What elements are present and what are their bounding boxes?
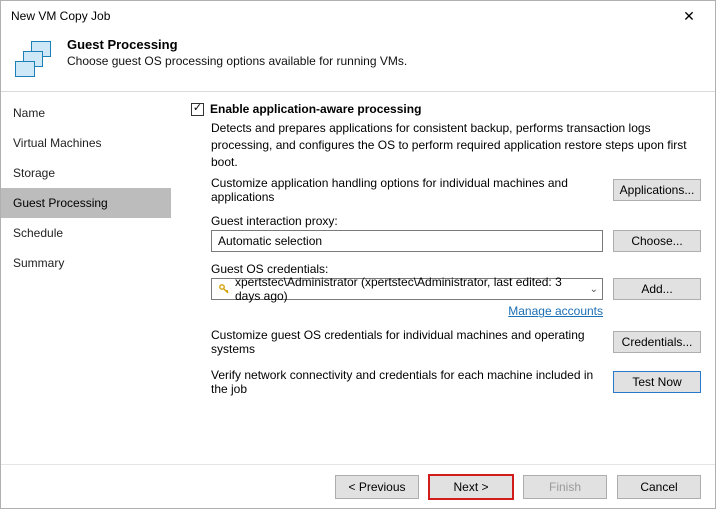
enable-app-aware-description: Detects and prepares applications for co… xyxy=(211,120,701,170)
close-button[interactable]: ✕ xyxy=(669,3,709,29)
steps-sidebar: Name Virtual Machines Storage Guest Proc… xyxy=(1,92,171,464)
guest-credentials-label: Guest OS credentials: xyxy=(211,262,701,276)
page-subtitle: Choose guest OS processing options avail… xyxy=(67,54,699,68)
sidebar-item-storage[interactable]: Storage xyxy=(1,158,171,188)
finish-button: Finish xyxy=(523,475,607,499)
chevron-down-icon: ⌄ xyxy=(590,284,598,295)
sidebar-item-virtual-machines[interactable]: Virtual Machines xyxy=(1,128,171,158)
key-icon xyxy=(218,282,231,296)
manage-accounts-link[interactable]: Manage accounts xyxy=(211,304,603,318)
sidebar-item-schedule[interactable]: Schedule xyxy=(1,218,171,248)
enable-app-aware-checkbox[interactable] xyxy=(191,103,204,116)
close-icon: ✕ xyxy=(683,8,695,25)
sidebar-item-name[interactable]: Name xyxy=(1,98,171,128)
sidebar-item-summary[interactable]: Summary xyxy=(1,248,171,278)
guest-credentials-select[interactable]: xpertstec\Administrator (xpertstec\Admin… xyxy=(211,278,603,300)
test-now-button[interactable]: Test Now xyxy=(613,371,701,393)
guest-proxy-label: Guest interaction proxy: xyxy=(211,214,701,228)
wizard-footer: < Previous Next > Finish Cancel xyxy=(1,464,715,508)
previous-button[interactable]: < Previous xyxy=(335,475,419,499)
add-credentials-button[interactable]: Add... xyxy=(613,278,701,300)
guest-credentials-value: xpertstec\Administrator (xpertstec\Admin… xyxy=(235,275,590,303)
content-pane: Enable application-aware processing Dete… xyxy=(171,92,715,464)
credentials-button[interactable]: Credentials... xyxy=(613,331,701,353)
titlebar: New VM Copy Job ✕ xyxy=(1,1,715,31)
window-title: New VM Copy Job xyxy=(11,9,110,23)
applications-button[interactable]: Applications... xyxy=(613,179,701,201)
choose-proxy-button[interactable]: Choose... xyxy=(613,230,701,252)
customize-credentials-text: Customize guest OS credentials for indiv… xyxy=(211,328,605,356)
next-button[interactable]: Next > xyxy=(429,475,513,499)
vm-copy-icon xyxy=(15,39,57,81)
customize-applications-text: Customize application handling options f… xyxy=(211,176,605,204)
page-title: Guest Processing xyxy=(67,37,699,52)
verify-connectivity-text: Verify network connectivity and credenti… xyxy=(211,368,605,396)
page-header: Guest Processing Choose guest OS process… xyxy=(1,31,715,91)
guest-proxy-value: Automatic selection xyxy=(218,234,322,248)
enable-app-aware-label: Enable application-aware processing xyxy=(210,102,421,116)
sidebar-item-guest-processing[interactable]: Guest Processing xyxy=(1,188,171,218)
cancel-button[interactable]: Cancel xyxy=(617,475,701,499)
dialog-window: New VM Copy Job ✕ Guest Processing Choos… xyxy=(0,0,716,509)
guest-proxy-input[interactable]: Automatic selection xyxy=(211,230,603,252)
